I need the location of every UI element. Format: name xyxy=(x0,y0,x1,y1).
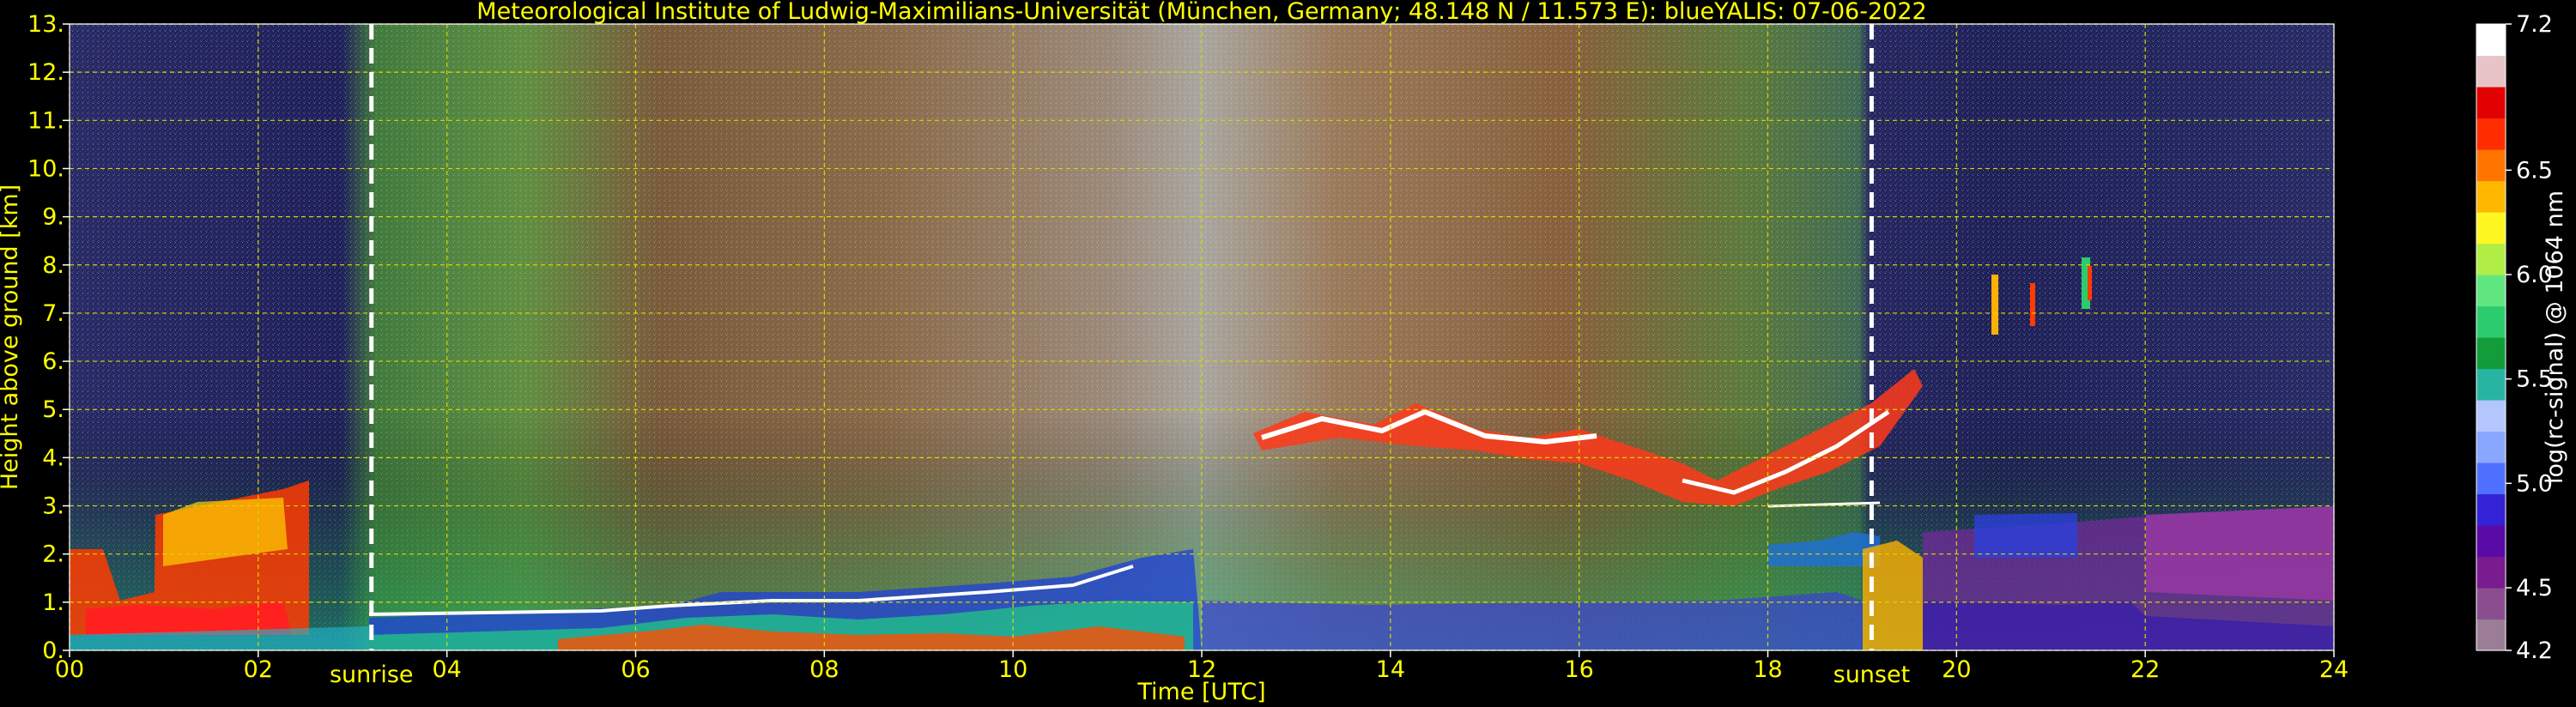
colorbar-tick-label: 6.5 xyxy=(2516,157,2553,184)
colorbar-swatch xyxy=(2476,337,2506,370)
colorbar-swatch xyxy=(2476,55,2506,88)
x-tick-label: 06 xyxy=(621,656,650,683)
colorbar-swatch xyxy=(2476,619,2506,651)
x-tick-label: 02 xyxy=(244,656,273,683)
colorbar-swatch xyxy=(2476,368,2506,401)
colorbar-tick-label: 4.5 xyxy=(2516,575,2553,601)
y-tick-label: 6. xyxy=(42,348,64,375)
colorbar-swatch xyxy=(2476,588,2506,620)
colorbar-swatch xyxy=(2476,149,2506,182)
colorbar-label: log(rc-signal) @ 1064 nm xyxy=(2542,190,2568,484)
y-tick-label: 11. xyxy=(27,107,64,134)
colorbar-swatch xyxy=(2476,525,2506,558)
colorbar-swatch xyxy=(2476,305,2506,338)
colorbar-swatch xyxy=(2476,180,2506,213)
y-axis: 0.1.2.3.4.5.6.7.8.9.10.11.12.13. xyxy=(27,11,70,664)
sunrise-label: sunrise xyxy=(330,662,414,688)
y-tick-label: 12. xyxy=(27,59,64,86)
x-tick-label: 14 xyxy=(1376,656,1405,683)
colorbar-swatch xyxy=(2476,24,2506,57)
colorbar-swatch xyxy=(2476,243,2506,275)
colorbar-swatch xyxy=(2476,462,2506,495)
y-tick-label: 3. xyxy=(42,493,64,520)
lidar-quicklook-chart: sunrise sunset 0.1.2.3.4.5.6.7.8.9.10.11.… xyxy=(0,0,2568,705)
x-axis-label: Time [UTC] xyxy=(1136,679,1265,705)
x-tick-label: 08 xyxy=(809,656,839,683)
x-tick-label: 22 xyxy=(2131,656,2160,683)
sunset-label: sunset xyxy=(1834,662,1911,688)
y-tick-label: 7. xyxy=(42,300,64,327)
x-tick-label: 00 xyxy=(55,656,84,683)
chart-title: Meteorological Institute of Ludwig-Maxim… xyxy=(476,0,1926,25)
x-tick-label: 10 xyxy=(998,656,1027,683)
colorbar-tick-label: 4.2 xyxy=(2516,638,2553,664)
y-tick-label: 13. xyxy=(27,11,64,38)
x-tick-label: 16 xyxy=(1564,656,1593,683)
y-tick-label: 4. xyxy=(42,444,64,471)
y-tick-label: 1. xyxy=(42,589,64,616)
colorbar-tick-label: 7.2 xyxy=(2516,11,2553,38)
x-tick-label: 04 xyxy=(432,656,461,683)
x-tick-label: 18 xyxy=(1753,656,1782,683)
colorbar-swatch xyxy=(2476,212,2506,245)
y-tick-label: 10. xyxy=(27,155,64,182)
y-axis-label: Height above ground [km] xyxy=(0,184,23,490)
colorbar-swatch xyxy=(2476,400,2506,432)
y-tick-label: 9. xyxy=(42,204,64,231)
colorbar-swatch xyxy=(2476,87,2506,119)
x-tick-label: 20 xyxy=(1942,656,1971,683)
colorbar-swatch xyxy=(2476,118,2506,150)
colorbar-swatch xyxy=(2476,556,2506,589)
x-tick-label: 24 xyxy=(2319,656,2349,683)
colorbar-swatch xyxy=(2476,493,2506,526)
y-tick-label: 5. xyxy=(42,396,64,423)
y-tick-label: 8. xyxy=(42,252,64,279)
colorbar-swatch xyxy=(2476,275,2506,307)
y-tick-label: 2. xyxy=(42,541,64,568)
colorbar-swatch xyxy=(2476,431,2506,463)
